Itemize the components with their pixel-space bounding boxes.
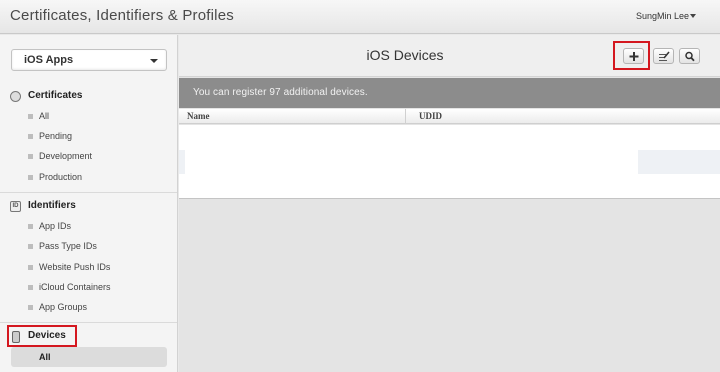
bullet-icon — [28, 265, 33, 270]
table-row-stripe — [179, 150, 185, 174]
add-button-highlight-box — [613, 41, 650, 70]
sidebar-item-devices-all[interactable]: All — [11, 347, 167, 367]
sidebar-item-label: Development — [39, 151, 93, 161]
edit-icon — [659, 51, 670, 61]
main-header: iOS Devices — [179, 35, 720, 77]
sidebar-section-label: Certificates — [28, 90, 83, 101]
sidebar-divider — [0, 192, 177, 193]
bullet-icon — [28, 154, 33, 159]
sidebar-section-label: Identifiers — [28, 200, 76, 211]
bullet-icon — [28, 224, 33, 229]
bullet-icon — [28, 134, 33, 139]
banner-text: You can register 97 additional devices. — [193, 87, 368, 98]
edit-button[interactable] — [653, 48, 674, 64]
id-icon: ID — [10, 201, 21, 212]
column-header-name[interactable]: Name — [187, 111, 210, 121]
sidebar-item-label: Pass Type IDs — [39, 241, 97, 251]
chevron-down-icon[interactable] — [690, 14, 696, 18]
column-header-udid[interactable]: UDID — [419, 111, 442, 121]
search-icon — [685, 51, 695, 62]
sidebar-item-label: App IDs — [39, 221, 72, 231]
chevron-down-icon — [150, 59, 158, 63]
bullet-icon — [28, 285, 33, 290]
sidebar-item-label: Pending — [39, 131, 73, 141]
platform-select-label: iOS Apps — [24, 54, 74, 66]
bullet-icon — [28, 244, 33, 249]
app-title: Certificates, Identifiers & Profiles — [10, 7, 234, 24]
column-divider — [405, 109, 406, 124]
certificate-icon — [10, 91, 21, 102]
table-header: Name UDID — [179, 109, 720, 124]
sidebar-item-label: Production — [39, 172, 83, 182]
devices-highlight-box — [7, 325, 77, 347]
user-menu[interactable]: SungMin Lee — [636, 11, 689, 21]
page-title: iOS Devices — [366, 47, 444, 63]
devices-table-body — [179, 125, 720, 199]
registration-banner: You can register 97 additional devices. — [179, 78, 720, 108]
table-row-stripe — [638, 150, 720, 174]
search-button[interactable] — [679, 48, 700, 64]
bullet-icon — [28, 175, 33, 180]
sidebar-item-label: Website Push IDs — [39, 262, 111, 272]
bullet-icon — [28, 114, 33, 119]
bullet-icon — [28, 305, 33, 310]
sidebar-item-label: All — [39, 111, 50, 121]
sidebar: iOS Apps Certificates All Pending Develo… — [0, 35, 178, 372]
main-content: iOS Devices You can register 97 addition… — [179, 35, 720, 372]
sidebar-item-label: All — [39, 352, 51, 362]
sidebar-item-label: iCloud Containers — [39, 282, 111, 292]
sidebar-divider — [0, 322, 177, 323]
platform-select[interactable]: iOS Apps — [11, 49, 167, 71]
sidebar-item-label: App Groups — [39, 302, 88, 312]
top-header: Certificates, Identifiers & Profiles Sun… — [0, 0, 720, 34]
